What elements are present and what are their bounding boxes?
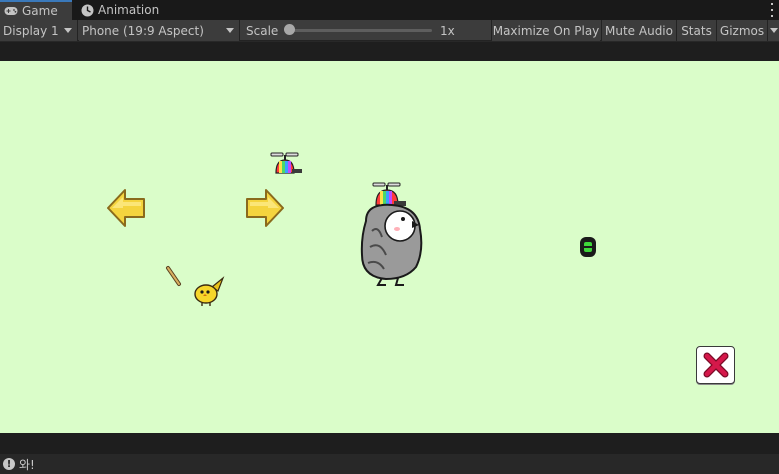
gizmos-button[interactable]: Gizmos: [716, 20, 767, 41]
gamepad-icon: [4, 4, 18, 18]
yellow-bird-character-icon: [194, 276, 225, 306]
scale-value: 1x: [440, 23, 455, 38]
aspect-dropdown-value: Phone (19:9 Aspect): [82, 23, 204, 38]
stats-button[interactable]: Stats: [676, 20, 716, 41]
tab-game-label: Game: [22, 4, 58, 18]
right-arrow-button-icon[interactable]: [243, 187, 285, 229]
console-status-bar[interactable]: ! 와!: [0, 454, 779, 474]
close-icon: [703, 352, 728, 378]
chevron-down-icon: [769, 28, 778, 33]
display-dropdown-value: Display 1: [3, 23, 59, 38]
scale-slider-handle[interactable]: [284, 24, 295, 35]
chevron-down-icon: [226, 28, 234, 33]
tab-animation-label: Animation: [98, 3, 160, 17]
tab-animation[interactable]: Animation: [77, 0, 167, 20]
maximize-on-play-button[interactable]: Maximize On Play: [491, 20, 600, 41]
tab-game[interactable]: Game: [0, 0, 72, 20]
game-viewport[interactable]: [0, 61, 779, 433]
display-dropdown[interactable]: Display 1: [0, 20, 78, 41]
propeller-hat-item-icon: [270, 152, 302, 174]
mute-audio-button[interactable]: Mute Audio: [601, 20, 676, 41]
game-view-bottom-letterbox: [0, 433, 779, 454]
green-orb-item-icon: [580, 237, 596, 257]
scale-label: Scale: [246, 23, 279, 38]
gizmos-dropdown[interactable]: [767, 20, 779, 41]
aspect-dropdown[interactable]: Phone (19:9 Aspect): [79, 20, 240, 41]
clock-icon: [81, 3, 94, 17]
tab-options-menu-icon[interactable]: [769, 3, 775, 17]
gray-bird-player-character-icon: [360, 182, 423, 286]
chevron-down-icon: [64, 28, 72, 33]
status-message: 와!: [19, 457, 35, 472]
stick-item-icon: [166, 266, 181, 286]
editor-tab-bar: Game Animation: [0, 0, 779, 20]
left-arrow-button-icon[interactable]: [106, 187, 148, 229]
info-icon: !: [3, 458, 15, 470]
close-button[interactable]: [696, 346, 735, 384]
game-view-top-letterbox: [0, 42, 779, 61]
scale-slider-track[interactable]: [288, 29, 432, 32]
